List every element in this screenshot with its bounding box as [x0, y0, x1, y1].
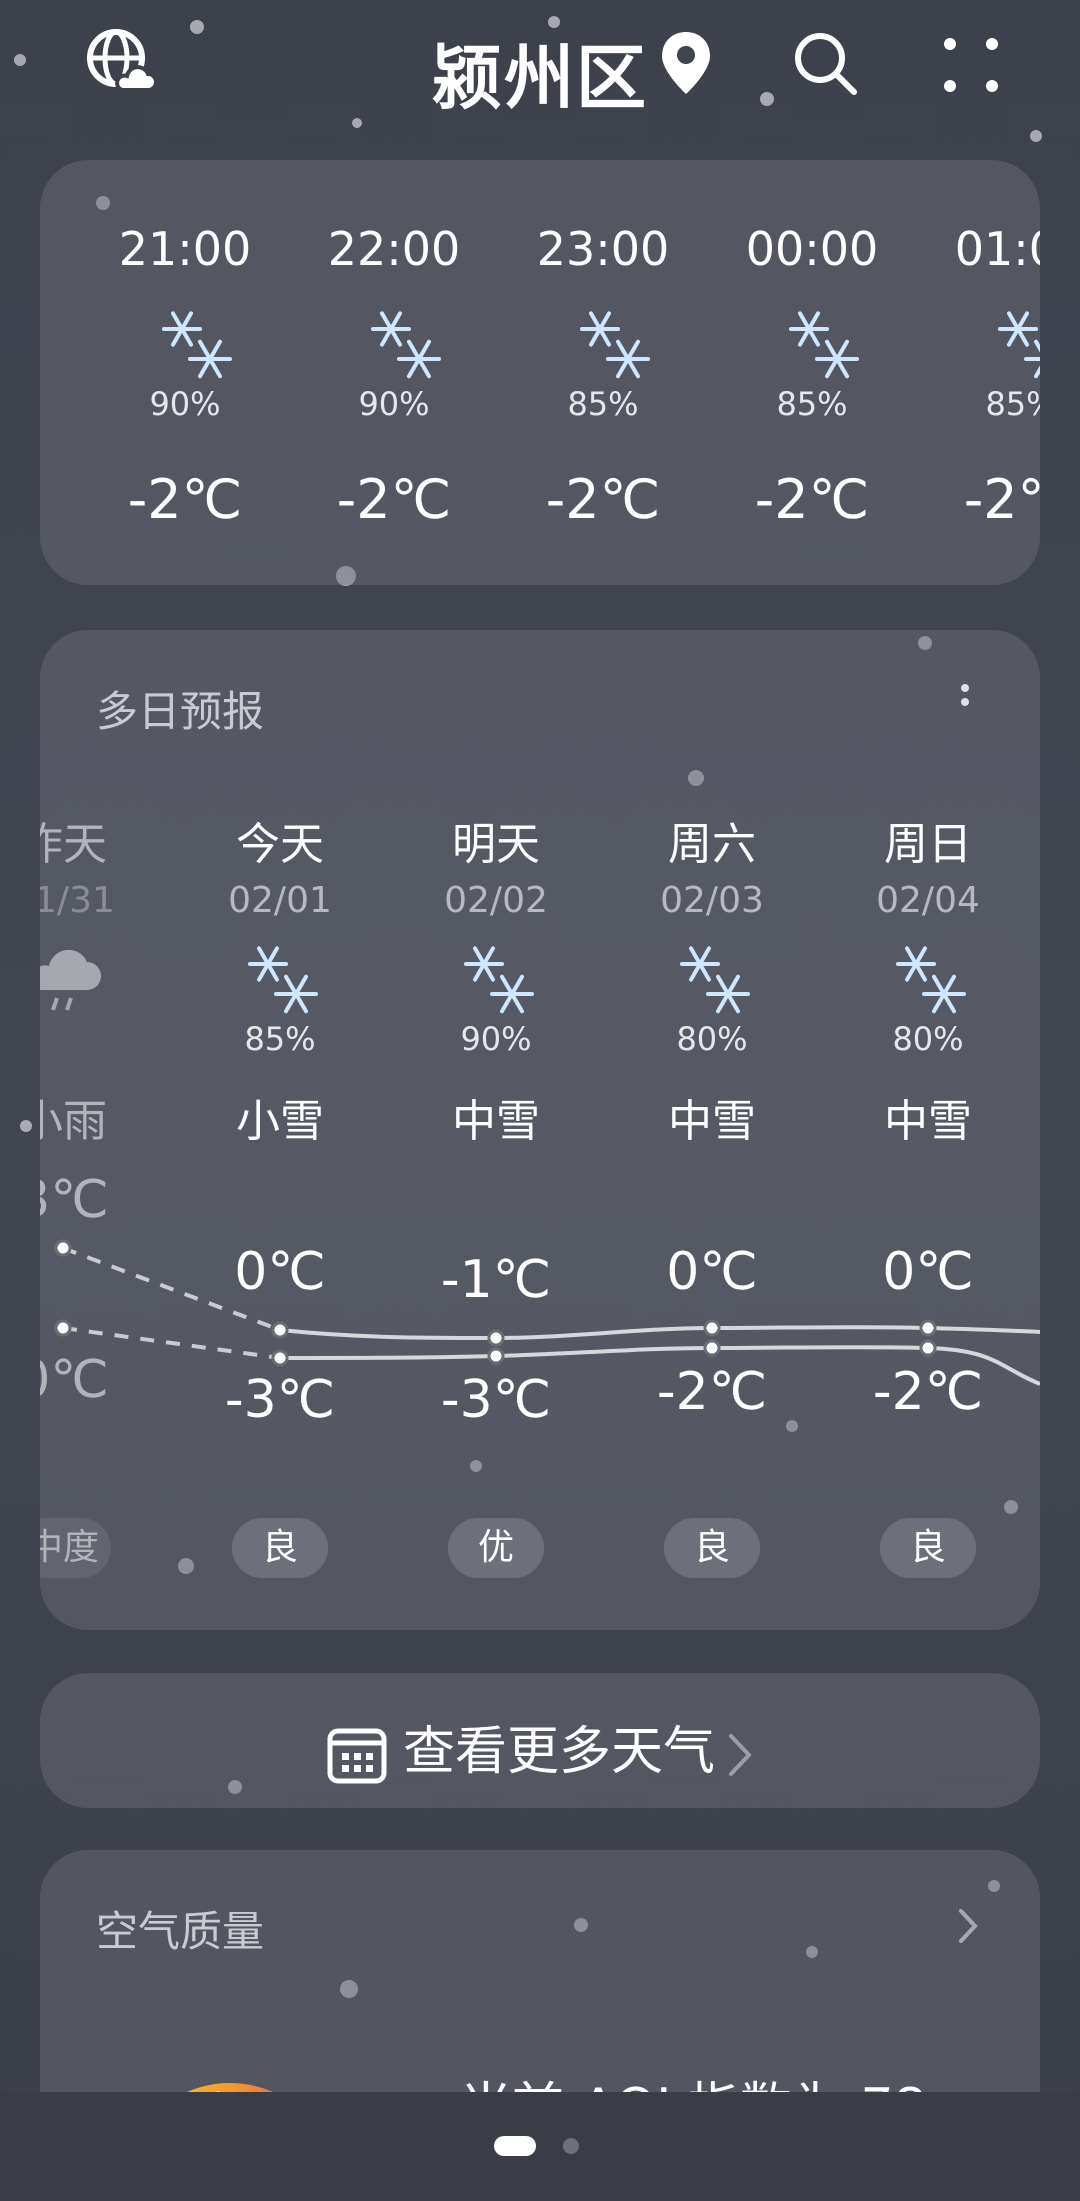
more-dots-icon[interactable] — [940, 34, 1002, 96]
day-condition: 中雪 — [668, 1096, 756, 1147]
day-condition: 中雪 — [884, 1096, 972, 1147]
hourly-forecast-card[interactable]: 21:00 90% -2℃ 22:00 90% -2℃ 23:00 85% -2… — [40, 160, 1040, 585]
daily-forecast-card[interactable]: 多日预报 昨天 01/31 小雨 3℃ 0℃ 中度 今天 02/01 — [40, 630, 1040, 1630]
day-name: 今天 — [236, 819, 324, 870]
day-precip: 80% — [676, 1020, 748, 1058]
page-dot-active[interactable] — [494, 2136, 536, 2156]
search-icon[interactable] — [792, 30, 858, 96]
page-indicator — [0, 2092, 1080, 2201]
day-low: -3℃ — [224, 1370, 336, 1430]
day-aqi-badge: 良 — [232, 1518, 328, 1578]
day-date: 02/03 — [660, 880, 764, 921]
day-condition: 小雨 — [40, 1096, 107, 1147]
snowflake-icon — [244, 940, 324, 1020]
view-more-weather-label: 查看更多天气 — [402, 1722, 715, 1782]
snowflake-icon — [994, 305, 1040, 385]
day-date: 02/01 — [228, 880, 332, 921]
day-date: 02/04 — [876, 880, 980, 921]
day-high: 3℃ — [40, 1170, 109, 1230]
day-name: 昨天 — [40, 819, 107, 870]
page-dot[interactable] — [563, 2138, 579, 2154]
hour-time: 21:00 — [118, 222, 252, 276]
snowflake-icon — [460, 940, 540, 1020]
top-bar: 颍州区 — [0, 0, 1080, 130]
hour-time: 23:00 — [536, 222, 670, 276]
hour-precip: 90% — [358, 385, 430, 423]
day-condition: 中雪 — [452, 1096, 540, 1147]
hour-temp: -2℃ — [963, 468, 1040, 531]
day-precip: 85% — [244, 1020, 316, 1058]
day-name: 周六 — [668, 819, 756, 870]
day-low: 0℃ — [40, 1350, 109, 1410]
day-aqi-badge: 良 — [880, 1518, 976, 1578]
hour-precip: 85% — [567, 385, 639, 423]
hour-temp: -2℃ — [336, 468, 452, 531]
snowflake-icon — [158, 305, 238, 385]
day-aqi-badge: 优 — [448, 1518, 544, 1578]
hour-precip: 85% — [776, 385, 848, 423]
day-low: -2℃ — [656, 1362, 768, 1422]
day-low: -2℃ — [872, 1362, 984, 1422]
day-precip: 90% — [460, 1020, 532, 1058]
rain-cloud-icon — [40, 949, 101, 1011]
day-name: 周日 — [884, 819, 972, 870]
hour-time: 22:00 — [327, 222, 461, 276]
day-aqi-badge: 良 — [664, 1518, 760, 1578]
hour-temp: -2℃ — [127, 468, 243, 531]
location-pin-icon — [662, 32, 710, 94]
snowflake-icon — [676, 940, 756, 1020]
hour-precip: 90% — [149, 385, 221, 423]
day-condition: 小雪 — [236, 1096, 324, 1147]
snowflake-icon — [892, 940, 972, 1020]
hour-time: 00:00 — [745, 222, 879, 276]
day-high: 0℃ — [882, 1242, 974, 1302]
day-date: 02/02 — [444, 880, 548, 921]
hour-temp: -2℃ — [754, 468, 870, 531]
hour-precip: 85% — [985, 385, 1040, 423]
day-high: 0℃ — [234, 1242, 326, 1302]
day-name: 明天 — [452, 819, 540, 870]
chevron-right-icon[interactable] — [958, 1908, 978, 1944]
snowflake-icon — [367, 305, 447, 385]
calendar-icon — [327, 1728, 387, 1784]
chevron-right-icon — [729, 1734, 752, 1776]
hour-temp: -2℃ — [545, 468, 661, 531]
day-precip: 80% — [892, 1020, 964, 1058]
air-quality-title: 空气质量 — [96, 1907, 265, 1956]
view-more-weather-button[interactable]: 查看更多天气 — [40, 1673, 1040, 1808]
location-title[interactable]: 颍州区 — [432, 37, 648, 119]
day-high: -1℃ — [440, 1250, 552, 1310]
snowflake-icon — [576, 305, 656, 385]
day-high: 0℃ — [666, 1242, 758, 1302]
day-date: 01/31 — [40, 880, 115, 921]
hour-time: 01:00 — [954, 222, 1040, 276]
day-low: -3℃ — [440, 1370, 552, 1430]
day-aqi-badge: 中度 — [40, 1518, 111, 1578]
snowflake-icon — [785, 305, 865, 385]
